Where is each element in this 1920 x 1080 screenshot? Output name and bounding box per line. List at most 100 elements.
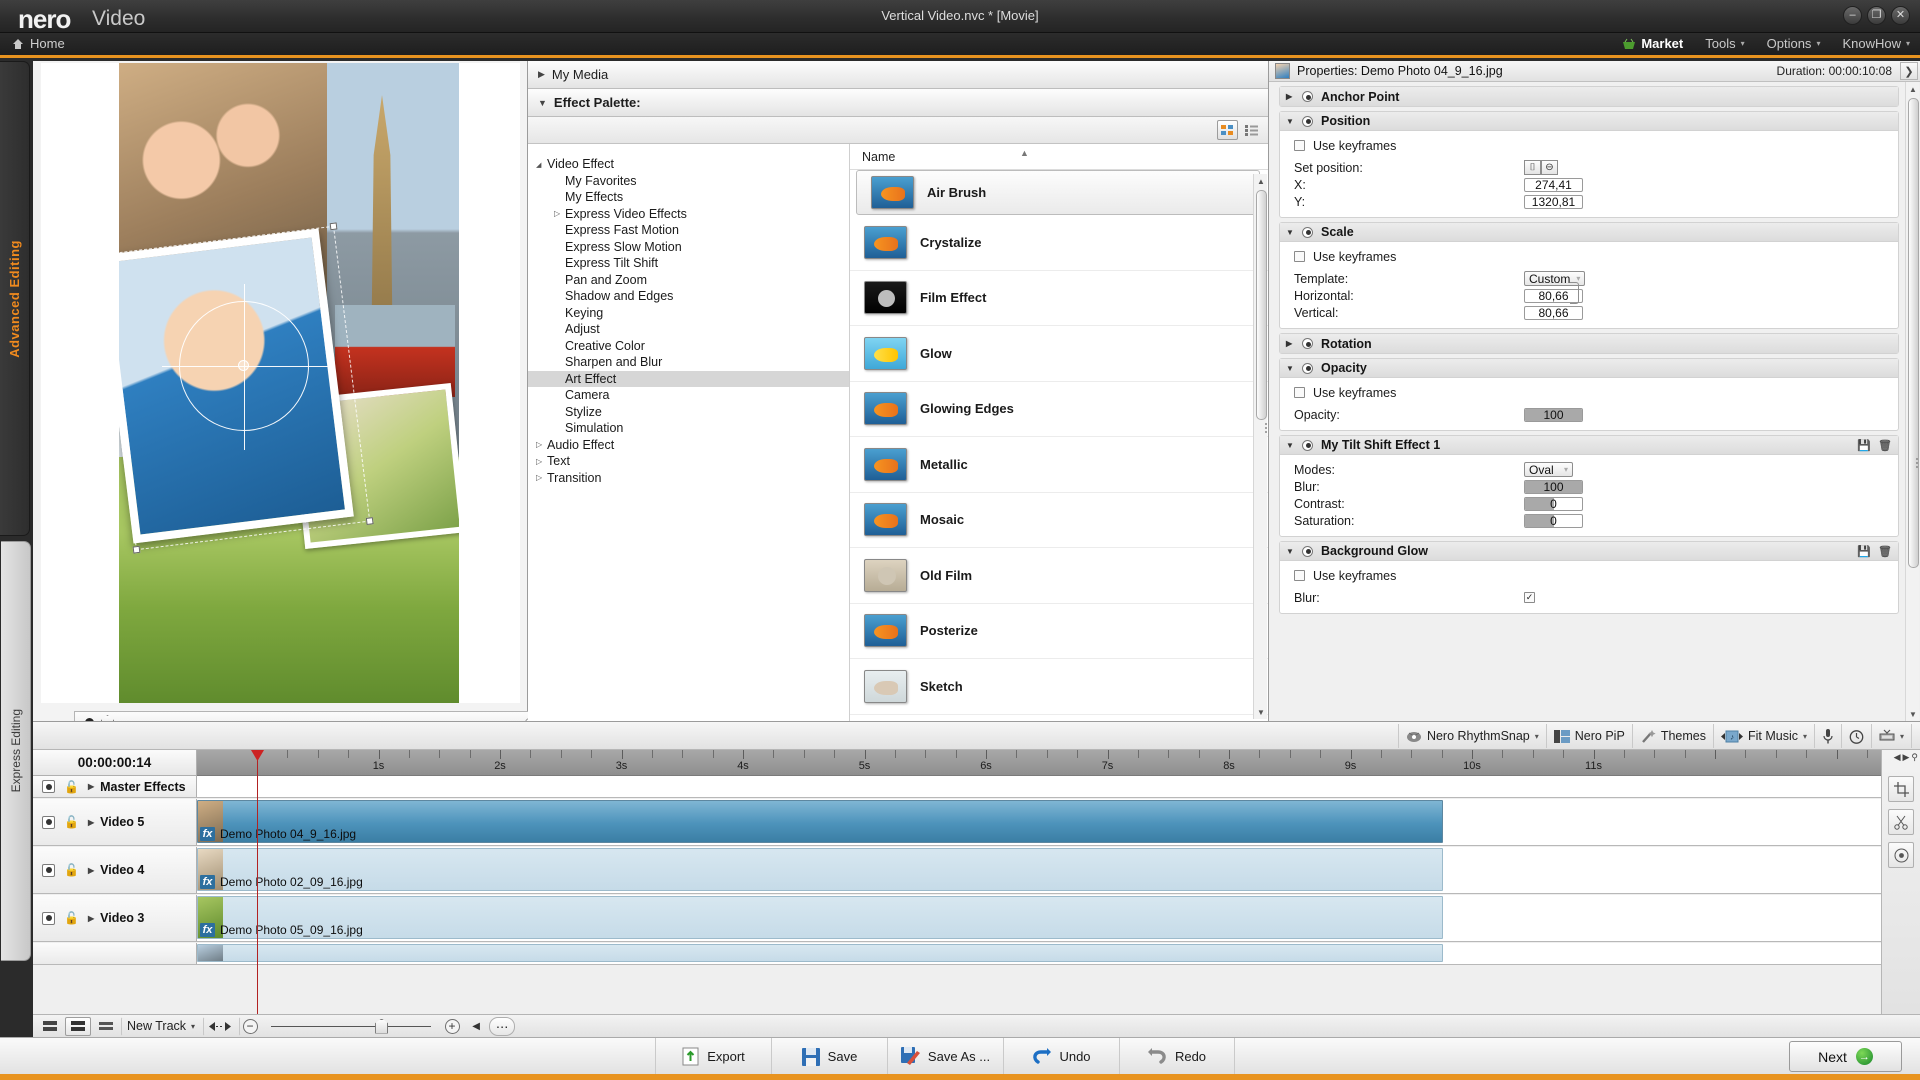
properties-scrollbar[interactable]: ▲ ▼ (1905, 82, 1919, 721)
selection-rectangle[interactable] (119, 222, 374, 554)
track-visibility-toggle[interactable] (42, 863, 55, 877)
position-header[interactable]: ▼ Position (1280, 112, 1898, 131)
playhead[interactable] (257, 750, 258, 1014)
new-track-button[interactable]: New Track ▾ (121, 1016, 201, 1036)
market-button[interactable]: Market (1622, 36, 1683, 51)
tree-item-video-effect[interactable]: Video Effect (528, 156, 849, 173)
position-vertical-icon[interactable]: ⌷ (1524, 160, 1541, 175)
effect-list-item[interactable]: Glow (850, 326, 1268, 382)
track-visibility-toggle[interactable] (42, 911, 55, 925)
more-options-button[interactable]: ⋯ (489, 1016, 516, 1036)
redo-button[interactable]: Redo (1119, 1038, 1235, 1075)
scale-header[interactable]: ▼ Scale (1280, 223, 1898, 242)
timeline-tool-nero-pip[interactable]: Nero PiP (1545, 724, 1632, 748)
track-clip-area[interactable]: fx Demo Photo 05_09_16.jpg (197, 895, 1920, 941)
anchor-point-handle[interactable] (238, 360, 249, 371)
opacity-keyframes-checkbox[interactable] (1294, 387, 1305, 398)
timeline-tool-microphone[interactable] (1813, 724, 1841, 748)
tree-item-creative-color[interactable]: Creative Color (528, 338, 849, 355)
chevron-down-icon[interactable] (536, 160, 547, 169)
fit-timeline-button[interactable] (203, 1016, 237, 1036)
chevron-right-icon[interactable] (536, 440, 547, 449)
chevron-right-icon[interactable]: ▶ (88, 818, 94, 827)
tree-item-transition[interactable]: Transition (528, 470, 849, 487)
tilt-saturation-slider[interactable]: 0 (1524, 513, 1583, 528)
tree-item-adjust[interactable]: Adjust (528, 321, 849, 338)
chevron-right-icon[interactable] (554, 209, 565, 218)
timeline-track-row[interactable]: 🔓 ▶ Video 4 fx Demo Photo 02_09_16.jpg (33, 847, 1920, 894)
save-preset-icon[interactable]: 💾 (1857, 545, 1871, 558)
timeline-clip[interactable] (197, 944, 1443, 962)
timeline-clip[interactable]: fx Demo Photo 02_09_16.jpg (197, 848, 1443, 891)
tree-item-art-effect[interactable]: Art Effect (528, 370, 849, 387)
zoom-slider-handle[interactable] (375, 1018, 389, 1034)
effect-list-item[interactable]: Old Film (850, 548, 1268, 604)
lock-icon[interactable]: 🔓 (64, 863, 79, 877)
sort-ascending-icon[interactable]: ▲ (1020, 148, 1029, 158)
background-glow-header[interactable]: ▼ Background Glow 💾 🗑 (1280, 542, 1898, 561)
opacity-header[interactable]: ▼ Opacity (1280, 359, 1898, 378)
timeline-ruler[interactable]: 1s 2s 3s 4s 5s 6s 7s 8s 9s 10s 11s (197, 750, 1881, 776)
track-clip-area[interactable]: fx Demo Photo 02_09_16.jpg (197, 847, 1920, 893)
collapse-properties-button[interactable]: ❯ (1900, 62, 1918, 80)
position-horizontal-icon[interactable]: ⊖ (1541, 160, 1558, 175)
tree-item-my-favorites[interactable]: My Favorites (528, 173, 849, 190)
timeline-tool-nero-rhythmsnap[interactable]: Nero RhythmSnap ▾ (1397, 724, 1546, 748)
track-visibility-toggle[interactable] (42, 780, 55, 793)
effect-list-item[interactable]: Air Brush (856, 170, 1260, 215)
track-clip-area[interactable] (197, 943, 1920, 964)
tree-item-express-video-effects[interactable]: Express Video Effects (528, 206, 849, 223)
scroll-up-icon[interactable]: ▲ (1254, 174, 1268, 188)
export-button[interactable]: Export (655, 1038, 771, 1075)
position-toggle[interactable] (1302, 115, 1313, 127)
tree-item-keying[interactable]: Keying (528, 305, 849, 322)
chevron-right-icon[interactable]: ▶ (88, 914, 94, 923)
rail-advanced-editing[interactable]: Advanced Editing (0, 61, 30, 536)
scrollbar-thumb[interactable] (1256, 190, 1267, 420)
effect-category-tree[interactable]: Video EffectMy FavoritesMy EffectsExpres… (528, 144, 850, 721)
tree-item-sharpen-and-blur[interactable]: Sharpen and Blur (528, 354, 849, 371)
zoom-out-button[interactable]: − (239, 1016, 261, 1036)
background-glow-toggle[interactable] (1302, 545, 1313, 557)
track-clip-area[interactable]: fx Demo Photo 04_9_16.jpg (197, 799, 1920, 845)
list-view-button[interactable] (1241, 120, 1262, 140)
effect-list-item[interactable]: Posterize (850, 604, 1268, 659)
chevron-right-icon[interactable] (536, 473, 547, 482)
scale-keyframes-checkbox[interactable] (1294, 251, 1305, 262)
timeline-tool-render[interactable]: ▾ (1870, 724, 1912, 748)
undo-button[interactable]: Undo (1003, 1038, 1119, 1075)
lock-icon[interactable]: 🔓 (64, 780, 79, 794)
scroll-down-icon[interactable]: ▼ (1906, 707, 1920, 721)
opacity-toggle[interactable] (1302, 362, 1313, 374)
track-visibility-toggle[interactable] (42, 815, 55, 829)
lock-icon[interactable]: 🔓 (64, 911, 79, 925)
track-height-small-button[interactable] (37, 1017, 63, 1036)
save-as-button[interactable]: Save As ... (887, 1038, 1003, 1075)
tree-item-pan-and-zoom[interactable]: Pan and Zoom (528, 272, 849, 289)
close-button[interactable]: ✕ (1891, 6, 1910, 25)
tilt-contrast-slider[interactable]: 0 (1524, 496, 1583, 511)
tree-item-audio-effect[interactable]: Audio Effect (528, 437, 849, 454)
opacity-slider[interactable]: 100 (1524, 407, 1583, 422)
lock-icon[interactable]: 🔓 (64, 815, 79, 829)
accordion-my-media[interactable]: ▶ My Media (528, 61, 1268, 89)
track-header[interactable]: 🔓 ▶ Master Effects (33, 776, 197, 797)
fx-badge[interactable]: fx (200, 826, 215, 841)
scrollbar-thumb[interactable] (1908, 98, 1919, 568)
effect-list-item[interactable]: Sketch (850, 659, 1268, 715)
track-header[interactable] (33, 943, 197, 964)
timeline-tool-fit-music[interactable]: ♪ Fit Music ▾ (1712, 724, 1814, 748)
track-header[interactable]: 🔓 ▶ Video 3 (33, 895, 197, 941)
track-header[interactable]: 🔓 ▶ Video 5 (33, 799, 197, 845)
rail-express-editing[interactable]: Express Editing (1, 541, 31, 961)
bg-glow-keyframes-checkbox[interactable] (1294, 570, 1305, 581)
tilt-shift-header[interactable]: ▼ My Tilt Shift Effect 1 💾 🗑 (1280, 436, 1898, 455)
effect-list-item[interactable]: Film Effect (850, 271, 1268, 326)
tilt-modes-dropdown[interactable]: Oval ▾ (1524, 462, 1573, 477)
timeline-track-row[interactable]: 🔓 ▶ Video 5 fx Demo Photo 04_9_16.jpg (33, 799, 1920, 846)
marker-icon[interactable]: ⚲ (1911, 752, 1918, 763)
effect-list-item[interactable]: Metallic (850, 437, 1268, 493)
save-preset-icon[interactable]: 💾 (1857, 439, 1871, 452)
menu-item-knowhow[interactable]: KnowHow ▾ (1842, 36, 1910, 51)
bg-glow-blur-checkbox[interactable]: ✓ (1524, 592, 1535, 603)
